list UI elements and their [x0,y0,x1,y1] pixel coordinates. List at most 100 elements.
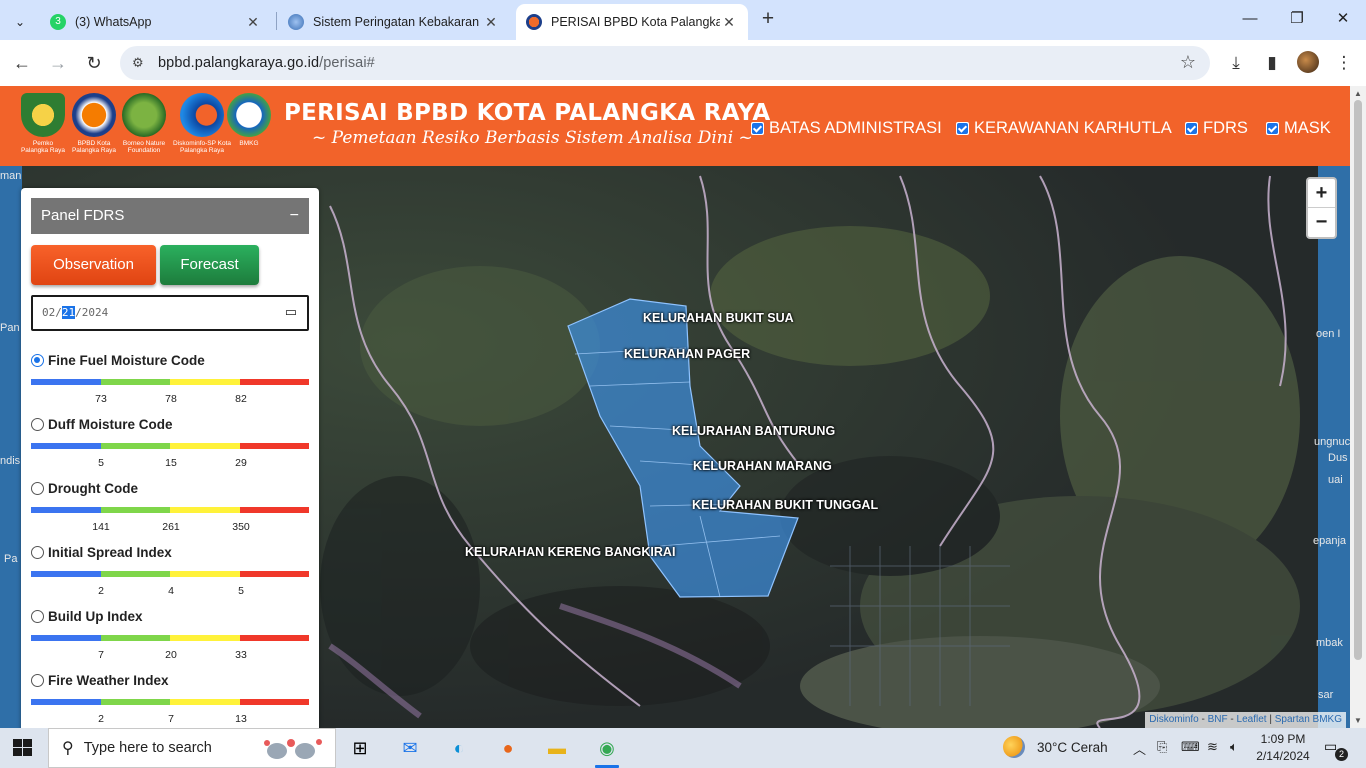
fdrs-scale-tick: 4 [168,585,174,597]
toggle-batas-administrasi[interactable]: BATAS ADMINISTRASI [751,119,942,138]
radio-button[interactable] [31,418,44,431]
edge-browser-icon[interactable]: ◐ [445,734,473,762]
close-icon[interactable]: ✕ [720,14,738,31]
volume-icon[interactable]: 🔈︎ [1230,739,1238,755]
profile-avatar[interactable] [1297,51,1319,73]
tab-divider [276,12,277,30]
tab-search-button[interactable]: ⌄ [6,4,34,40]
site-info-icon[interactable]: ⚙ [132,55,150,71]
taskbar-search[interactable]: ⚲ Type here to search [48,728,336,768]
logo-pemko: Pemko Palangka Raya [20,93,66,154]
zoom-in-button[interactable]: + [1308,179,1335,208]
page-viewport: Pemko Palangka Raya BPBD Kota Palangka R… [0,86,1350,728]
taskbar-clock[interactable]: 1:09 PM 2/14/2024 [1248,731,1318,765]
firefox-icon[interactable]: ● [494,734,522,762]
checkbox-icon[interactable] [751,122,764,135]
reload-button[interactable]: ↻ [80,49,108,77]
scale-segment [239,635,309,641]
side-panel-icon[interactable]: ▮ [1260,51,1284,75]
radio-button[interactable] [31,546,44,559]
toggle-kerawanan-karhutla[interactable]: KERAWANAN KARHUTLA [956,119,1172,138]
fdrs-index-option[interactable]: Fine Fuel Moisture Code 73 78 82 [31,353,309,417]
checkbox-icon[interactable] [1266,122,1279,135]
weather-widget[interactable]: 30°C Cerah [1003,736,1108,758]
scale-segment [239,699,309,705]
wifi-icon[interactable]: ≋ [1207,739,1218,755]
fdrs-scale-bar [31,699,309,705]
radio-button[interactable] [31,610,44,623]
menu-kebab-icon[interactable]: ⋮ [1332,51,1356,75]
panel-header[interactable]: Panel FDRS − [31,198,309,234]
bpbd-emblem-icon [72,93,116,137]
attribution-link-bnf[interactable]: BNF [1208,714,1228,725]
site-subtitle: ~ Pemetaan Resiko Berbasis Sistem Analis… [312,128,753,148]
checkbox-icon[interactable] [956,122,969,135]
bookmark-star-icon[interactable]: ☆ [1180,52,1196,73]
attribution-link-spartan[interactable]: Spartan BMKG [1275,714,1342,725]
scale-segment [31,571,101,577]
scale-segment [239,571,309,577]
tab-perisai[interactable]: PERISAI BPBD Kota Palangka Ra ✕ [516,4,748,40]
tab-sistem-peringatan[interactable]: Sistem Peringatan Kebakaran H ✕ [278,4,510,40]
forward-button[interactable]: → [44,49,72,77]
close-icon[interactable]: ✕ [244,14,262,31]
back-button[interactable]: ← [8,49,36,77]
fdrs-index-option[interactable]: Initial Spread Index 2 4 5 [31,545,309,609]
bpbd-icon [526,14,542,30]
scale-segment [170,635,240,641]
task-view-icon[interactable]: ⊞ [346,734,374,762]
tab-whatsapp[interactable]: 3 (3) WhatsApp ✕ [40,4,272,40]
fdrs-index-option[interactable]: Drought Code 141 261 350 [31,481,309,545]
restore-button[interactable]: ❐ [1283,6,1311,32]
fdrs-scale-tick: 7 [168,713,174,725]
observation-button[interactable]: Observation [31,245,156,285]
fdrs-index-option[interactable]: Build Up Index 7 20 33 [31,609,309,673]
panel-title: Panel FDRS [41,207,125,224]
windows-start-icon[interactable] [13,739,33,757]
site-title: PERISAI BPBD KOTA PALANGKA RAYA [284,100,771,126]
close-icon[interactable]: ✕ [482,14,500,31]
close-window-button[interactable]: ✕ [1329,6,1357,32]
attribution-link-leaflet[interactable]: Leaflet [1237,714,1267,725]
keyboard-layout-icon[interactable]: ⌨ [1181,739,1200,755]
radio-button[interactable] [31,482,44,495]
meet-now-icon[interactable]: ⎘ [1157,739,1167,755]
radio-button[interactable] [31,674,44,687]
chrome-icon[interactable]: ◉ [593,734,621,768]
notifications-icon[interactable]: ▭ 2 [1324,738,1348,761]
new-tab-button[interactable]: + [757,8,779,30]
scale-segment [100,443,170,449]
map-edge-label: ungnuc [1314,436,1350,448]
file-explorer-icon[interactable]: ▬ [543,734,571,762]
address-bar[interactable]: ⚙ bpbd.palangkaraya.go.id/perisai# ☆ [120,46,1210,80]
minimize-panel-button[interactable]: − [290,198,299,234]
scale-segment [31,379,101,385]
forecast-button[interactable]: Forecast [160,245,259,285]
download-icon[interactable]: ⤓ [1224,51,1248,75]
fdrs-index-label: Drought Code [48,481,138,496]
scroll-down-icon[interactable]: ▼ [1354,716,1362,725]
attribution-link-diskominfo[interactable]: Diskominfo [1149,714,1198,725]
label-kelurahan-bukit-sua: KELURAHAN BUKIT SUA [643,311,794,325]
zoom-out-button[interactable]: − [1308,208,1335,237]
fdrs-scale-tick: 20 [165,649,177,661]
fdrs-panel: Panel FDRS − Observation Forecast 02/21/… [21,188,319,728]
scrollbar-thumb[interactable] [1354,100,1362,660]
minimize-button[interactable]: — [1236,6,1264,32]
page-scrollbar[interactable]: ▲ ▼ [1350,86,1366,728]
radio-button[interactable] [31,354,44,367]
toggle-mask[interactable]: MASK [1266,119,1331,138]
show-hidden-icons-chevron-icon[interactable]: ︿ [1133,739,1146,758]
scale-segment [239,443,309,449]
scroll-up-icon[interactable]: ▲ [1354,89,1362,98]
fdrs-index-option[interactable]: Fire Weather Index 2 7 13 [31,673,309,728]
scale-segment [31,635,101,641]
date-input[interactable]: 02/21/2024 ▭ [31,295,309,331]
toggle-fdrs[interactable]: FDRS [1185,119,1248,138]
calendar-icon[interactable]: ▭ [285,297,297,329]
mail-icon[interactable]: ✉ [396,734,424,762]
fdrs-scale-tick: 5 [98,457,104,469]
checkbox-icon[interactable] [1185,122,1198,135]
scale-segment [239,507,309,513]
fdrs-index-option[interactable]: Duff Moisture Code 5 15 29 [31,417,309,481]
